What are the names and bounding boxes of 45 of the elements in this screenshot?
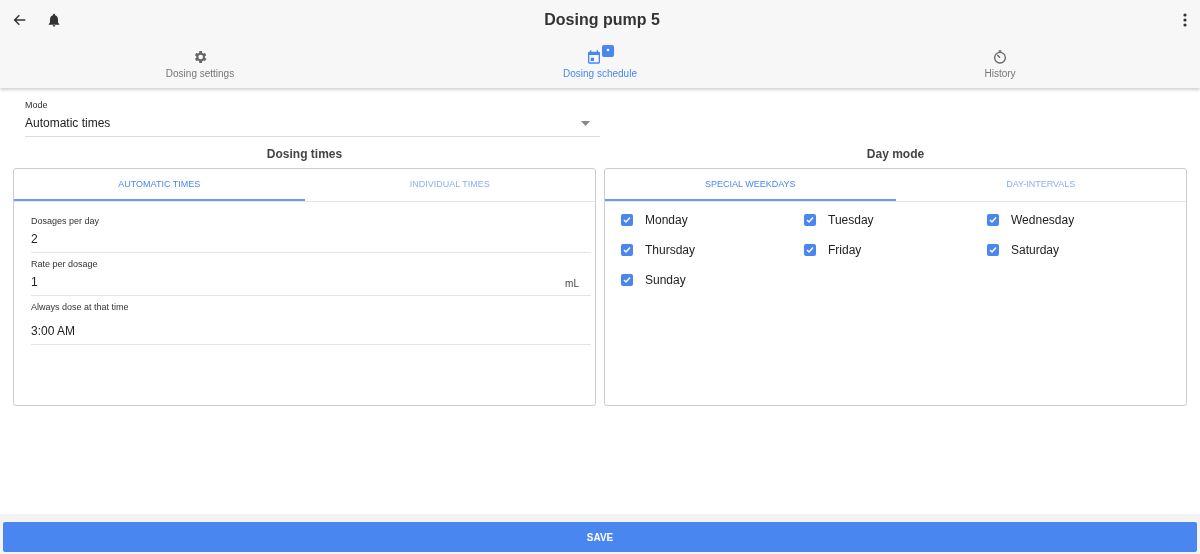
- day-label: Friday: [828, 243, 862, 257]
- tab[interactable]: Dosing schedule: [400, 40, 800, 88]
- tab[interactable]: SPECIAL WEEKDAYS: [605, 169, 896, 201]
- page-title: Dosing pump 5: [543, 11, 661, 29]
- field-label: Rate per dosage: [31, 259, 99, 269]
- checkbox[interactable]: [804, 214, 816, 226]
- field-value: 3:00 AM: [31, 324, 76, 338]
- tab[interactable]: INDIVIDUAL TIMES: [304, 169, 595, 201]
- day-label: Sunday: [645, 273, 686, 287]
- checkbox[interactable]: [987, 214, 999, 226]
- checkbox[interactable]: [621, 244, 633, 256]
- input-field[interactable]: Dosages per day 2: [31, 210, 591, 253]
- section-title: Day mode: [866, 147, 925, 161]
- timer-icon: [992, 49, 1008, 65]
- bell-button[interactable]: [46, 12, 62, 28]
- dropdown-icon: [581, 120, 590, 126]
- field-label: Always dose at that time: [31, 302, 130, 312]
- day-label: Thursday: [645, 243, 696, 257]
- save-button[interactable]: SAVE: [3, 522, 1197, 552]
- checkbox[interactable]: [621, 214, 633, 226]
- checkbox[interactable]: [621, 274, 633, 286]
- back-button[interactable]: [12, 12, 28, 28]
- calendar-icon: [586, 49, 602, 65]
- day-label: Saturday: [1011, 243, 1060, 257]
- tab[interactable]: AUTOMATIC TIMES: [14, 169, 305, 201]
- tab[interactable]: Dosing settings: [0, 40, 400, 88]
- field-value: 1: [31, 275, 38, 289]
- field-value: Automatic times: [25, 116, 111, 130]
- input-field[interactable]: Always dose at that time 3:00 AM: [31, 296, 591, 345]
- section-title: Dosing times: [266, 147, 343, 161]
- checkbox[interactable]: [987, 244, 999, 256]
- input-field[interactable]: Rate per dosage 1 mL: [31, 253, 591, 296]
- day-label: Wednesday: [1011, 213, 1075, 227]
- checkbox[interactable]: [804, 244, 816, 256]
- day-label: Monday: [645, 213, 688, 227]
- field-value: 2: [31, 232, 38, 246]
- day-label: Tuesday: [828, 213, 874, 227]
- tab[interactable]: DAY-INTERVALS: [895, 169, 1186, 201]
- gear-icon: [192, 49, 208, 65]
- field-label: Mode: [25, 100, 49, 110]
- unit-label: mL: [565, 278, 579, 289]
- menu-button[interactable]: [1182, 12, 1188, 28]
- field-label: Dosages per day: [31, 216, 101, 226]
- mode-select[interactable]: Mode Automatic times: [25, 96, 600, 137]
- tab[interactable]: History: [800, 40, 1200, 88]
